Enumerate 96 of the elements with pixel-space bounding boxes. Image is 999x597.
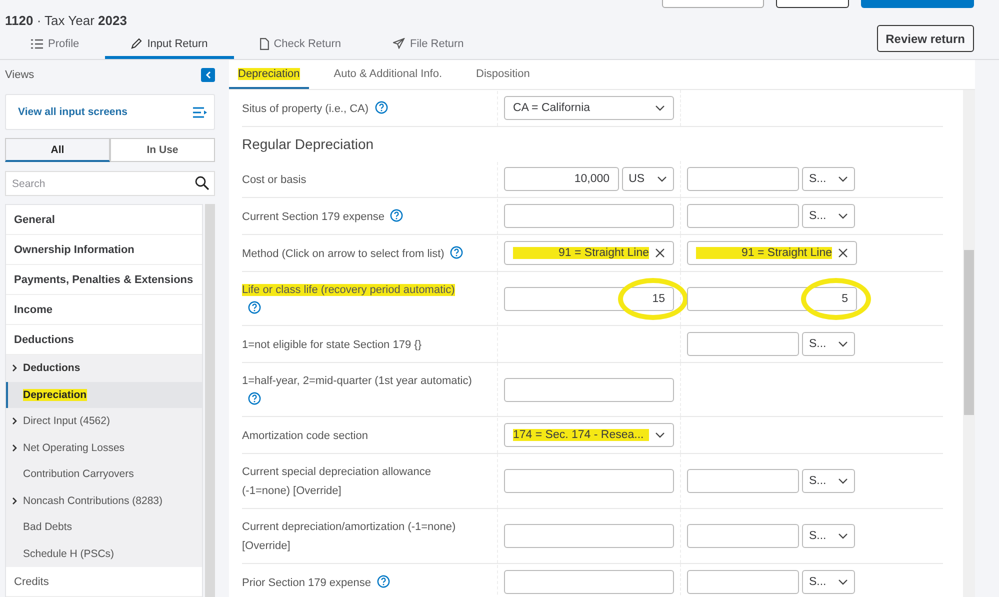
- sidebar-group[interactable]: Ownership Information: [6, 235, 202, 265]
- sidebar-item[interactable]: Contribution Carryovers: [6, 461, 202, 488]
- input-field[interactable]: [687, 524, 799, 548]
- input-field[interactable]: [687, 167, 799, 191]
- input-field[interactable]: [504, 378, 674, 402]
- form-tab[interactable]: Disposition: [467, 60, 539, 89]
- sidebar-item[interactable]: Depreciation: [6, 382, 202, 408]
- dropdown[interactable]: 174 = Sec. 174 - Resea...: [504, 423, 674, 447]
- dropdown[interactable]: S...: [802, 570, 855, 594]
- chevron-down-icon: [838, 579, 848, 585]
- field-label: 1=half-year, 2=mid-quarter (1st year automatic): [242, 375, 472, 387]
- sidebar-group[interactable]: Income: [6, 295, 202, 325]
- sidebar-item[interactable]: Net Operating Losses: [6, 434, 202, 461]
- chevron-down-icon: [655, 105, 665, 111]
- chevron-down-icon: [657, 176, 667, 182]
- sidebar-item[interactable]: Deductions: [6, 355, 202, 382]
- nav-tab[interactable]: Check Return: [234, 31, 367, 59]
- input-field[interactable]: 15: [504, 286, 674, 310]
- chevron-down-icon: [838, 341, 848, 347]
- input-field[interactable]: [504, 524, 674, 548]
- list-icon: [31, 38, 43, 48]
- help-icon[interactable]: [390, 208, 404, 222]
- input-field[interactable]: [687, 469, 799, 493]
- chevron-right-icon: [12, 364, 17, 372]
- view-all-screens-link[interactable]: View all input screens: [5, 94, 215, 130]
- close-icon[interactable]: [838, 248, 848, 258]
- clearable-field[interactable]: 91 = Straight Line: [504, 241, 674, 265]
- header-button[interactable]: [776, 0, 849, 8]
- field-label: Current special depreciation allowance (-1=none) [Override]: [242, 466, 431, 497]
- return-title: 1120 · Tax Year 2023: [5, 13, 127, 28]
- help-icon[interactable]: [374, 100, 388, 114]
- clearable-field[interactable]: 91 = Straight Line: [687, 241, 857, 265]
- search-field[interactable]: Search: [5, 171, 215, 196]
- section-heading: Regular Depreciation: [242, 136, 374, 152]
- chevron-right-icon: [12, 496, 17, 504]
- help-icon[interactable]: [450, 246, 464, 258]
- field-label: Cost or basis: [242, 174, 306, 186]
- field-label: Amortization code section: [242, 430, 368, 442]
- sidebar-item[interactable]: Schedule H (PSCs): [6, 540, 202, 567]
- input-field[interactable]: [687, 332, 799, 356]
- dropdown[interactable]: US: [622, 167, 674, 191]
- nav-tab[interactable]: Input Return: [105, 31, 234, 59]
- dropdown[interactable]: S...: [802, 167, 855, 191]
- sidebar-item[interactable]: Bad Debts: [6, 514, 202, 540]
- field-label: Prior Section 179 expense: [242, 576, 372, 588]
- filter-tab[interactable]: In Use: [110, 138, 215, 162]
- scrollbar[interactable]: [963, 90, 975, 597]
- help-icon[interactable]: [377, 574, 390, 588]
- document-icon: [260, 38, 269, 50]
- dropdown[interactable]: S...: [802, 469, 855, 493]
- field-label: Current depreciation/amortization (-1=none) [Override]: [242, 521, 456, 552]
- chevron-down-icon: [838, 478, 848, 484]
- input-field[interactable]: 10,000: [504, 167, 619, 191]
- scrollbar[interactable]: [203, 204, 215, 597]
- highlighter-circle: [801, 278, 871, 320]
- sidebar-group[interactable]: General: [6, 205, 202, 235]
- nav-tab[interactable]: File Return: [367, 31, 490, 59]
- sidebar-group[interactable]: Credits: [6, 567, 202, 597]
- field-label: Situs of property (i.e., CA): [242, 102, 369, 114]
- form-tab[interactable]: Auto & Additional Info.: [324, 60, 452, 89]
- pencil-icon: [131, 38, 142, 49]
- dropdown[interactable]: S...: [802, 524, 855, 548]
- dropdown[interactable]: S...: [802, 204, 855, 228]
- collapse-button[interactable]: [201, 68, 215, 82]
- chevron-down-icon: [655, 432, 665, 438]
- sidebar-group[interactable]: Payments, Penalties & Extensions: [6, 265, 202, 295]
- nav-tab[interactable]: Profile: [5, 31, 106, 59]
- views-label: Views: [5, 69, 34, 81]
- field-label: Current Section 179 expense: [242, 210, 384, 222]
- list-arrow-icon: [193, 106, 207, 118]
- input-field[interactable]: 5: [687, 286, 857, 310]
- dropdown[interactable]: S...: [802, 332, 855, 356]
- close-icon[interactable]: [655, 248, 665, 258]
- search-icon: [195, 176, 209, 190]
- chevron-down-icon: [838, 176, 848, 182]
- input-field[interactable]: [687, 570, 799, 594]
- field-label: 1=not eligible for state Section 179 {}: [242, 338, 422, 350]
- input-field[interactable]: [504, 469, 674, 493]
- help-icon[interactable]: [248, 301, 261, 314]
- sidebar-item[interactable]: Noncash Contributions (8283): [6, 488, 202, 514]
- sidebar-item[interactable]: Direct Input (4562): [6, 408, 202, 434]
- field-label: Method (Click on arrow to select from list): [242, 248, 444, 260]
- filter-tab[interactable]: All: [5, 138, 110, 162]
- chevron-right-icon: [12, 417, 17, 425]
- chevron-left-icon: [205, 71, 211, 79]
- dropdown[interactable]: CA = California: [504, 96, 674, 120]
- input-field[interactable]: [504, 570, 674, 594]
- review-return-button[interactable]: Review return: [876, 25, 974, 52]
- input-field[interactable]: [687, 204, 799, 228]
- chevron-down-icon: [838, 533, 848, 539]
- help-icon[interactable]: [248, 392, 261, 405]
- chevron-down-icon: [838, 213, 848, 219]
- chevron-right-icon: [12, 444, 17, 452]
- input-field[interactable]: [504, 204, 674, 228]
- field-label: Life or class life (recovery period automatic): [242, 284, 455, 296]
- send-icon: [393, 38, 405, 49]
